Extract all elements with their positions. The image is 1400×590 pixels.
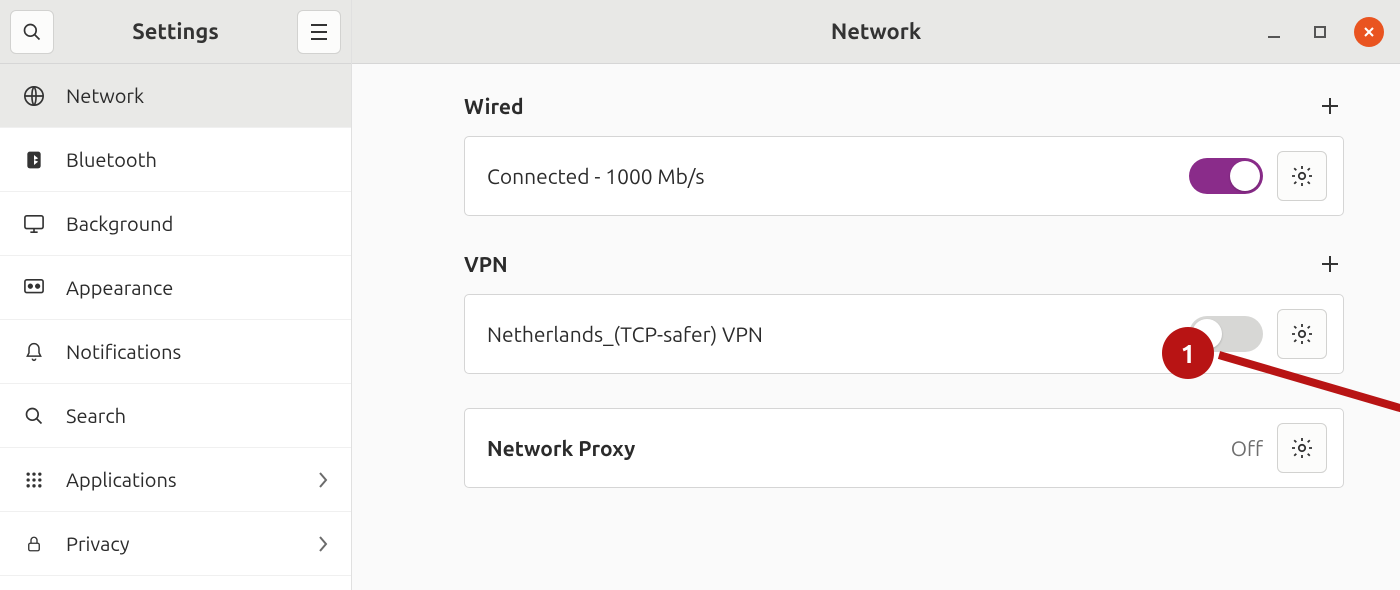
menu-button[interactable] bbox=[297, 10, 341, 54]
sidebar: Settings Network Bluetooth bbox=[0, 0, 352, 590]
vpn-connection-label: Netherlands_(TCP-safer) VPN bbox=[487, 322, 763, 346]
sidebar-item-background[interactable]: Background bbox=[0, 192, 351, 256]
wired-toggle[interactable] bbox=[1189, 158, 1263, 194]
sidebar-item-label: Privacy bbox=[66, 532, 130, 555]
lock-icon bbox=[22, 532, 46, 556]
sidebar-item-privacy[interactable]: Privacy bbox=[0, 512, 351, 576]
vpn-settings-button[interactable] bbox=[1277, 309, 1327, 359]
search-button[interactable] bbox=[10, 10, 54, 54]
window-controls bbox=[1262, 17, 1388, 47]
sidebar-item-network[interactable]: Network bbox=[0, 64, 351, 128]
section-header-vpn: VPN bbox=[464, 250, 1344, 278]
settings-window: Settings Network Bluetooth bbox=[0, 0, 1400, 590]
gear-icon bbox=[1290, 164, 1314, 188]
grid-icon bbox=[22, 468, 46, 492]
search-icon bbox=[22, 404, 46, 428]
close-icon bbox=[1362, 25, 1376, 39]
appearance-icon bbox=[22, 276, 46, 300]
proxy-label: Network Proxy bbox=[487, 436, 635, 460]
sidebar-item-label: Appearance bbox=[66, 276, 173, 299]
sidebar-item-label: Notifications bbox=[66, 340, 181, 363]
globe-icon bbox=[22, 84, 46, 108]
minimize-button[interactable] bbox=[1262, 20, 1286, 44]
sidebar-item-label: Bluetooth bbox=[66, 148, 157, 171]
sidebar-item-applications[interactable]: Applications bbox=[0, 448, 351, 512]
section-title-vpn: VPN bbox=[464, 252, 508, 276]
content-area: Wired Connected - 1000 Mb/s bbox=[352, 64, 1400, 590]
chevron-right-icon bbox=[317, 471, 329, 489]
sidebar-item-appearance[interactable]: Appearance bbox=[0, 256, 351, 320]
wired-status-label: Connected - 1000 Mb/s bbox=[487, 164, 704, 188]
gear-icon bbox=[1290, 436, 1314, 460]
sidebar-item-bluetooth[interactable]: Bluetooth bbox=[0, 128, 351, 192]
sidebar-item-label: Background bbox=[66, 212, 173, 235]
main-header: Network bbox=[352, 0, 1400, 64]
bluetooth-icon bbox=[22, 148, 46, 172]
sidebar-item-label: Applications bbox=[66, 468, 177, 491]
plus-icon bbox=[1320, 254, 1340, 274]
close-button[interactable] bbox=[1354, 17, 1384, 47]
section-wired: Wired Connected - 1000 Mb/s bbox=[464, 92, 1344, 216]
wired-connection-row: Connected - 1000 Mb/s bbox=[464, 136, 1344, 216]
sidebar-header: Settings bbox=[0, 0, 351, 64]
sidebar-nav: Network Bluetooth Background Appearance bbox=[0, 64, 351, 590]
maximize-icon bbox=[1313, 25, 1327, 39]
minimize-icon bbox=[1266, 24, 1282, 40]
proxy-settings-button[interactable] bbox=[1277, 423, 1327, 473]
sidebar-title: Settings bbox=[54, 19, 297, 44]
sidebar-item-notifications[interactable]: Notifications bbox=[0, 320, 351, 384]
main-panel: Network Wired bbox=[352, 0, 1400, 590]
toggle-knob bbox=[1230, 161, 1260, 191]
hamburger-icon bbox=[309, 23, 329, 41]
section-header-wired: Wired bbox=[464, 92, 1344, 120]
sidebar-item-label: Search bbox=[66, 404, 126, 427]
chevron-right-icon bbox=[317, 535, 329, 553]
search-icon bbox=[22, 22, 42, 42]
section-vpn: VPN Netherlands_(TCP-safer) VPN bbox=[464, 250, 1344, 374]
proxy-status: Off bbox=[1231, 436, 1263, 460]
section-proxy: Network Proxy Off bbox=[464, 408, 1344, 488]
toggle-knob bbox=[1192, 319, 1222, 349]
maximize-button[interactable] bbox=[1308, 20, 1332, 44]
gear-icon bbox=[1290, 322, 1314, 346]
network-proxy-row[interactable]: Network Proxy Off bbox=[464, 408, 1344, 488]
plus-icon bbox=[1320, 96, 1340, 116]
bell-icon bbox=[22, 340, 46, 364]
wired-settings-button[interactable] bbox=[1277, 151, 1327, 201]
add-vpn-button[interactable] bbox=[1316, 250, 1344, 278]
section-title-wired: Wired bbox=[464, 94, 524, 118]
sidebar-item-label: Network bbox=[66, 84, 144, 107]
vpn-connection-row: Netherlands_(TCP-safer) VPN bbox=[464, 294, 1344, 374]
vpn-toggle[interactable] bbox=[1189, 316, 1263, 352]
page-title: Network bbox=[352, 19, 1400, 44]
monitor-icon bbox=[22, 212, 46, 236]
add-wired-button[interactable] bbox=[1316, 92, 1344, 120]
sidebar-item-search[interactable]: Search bbox=[0, 384, 351, 448]
